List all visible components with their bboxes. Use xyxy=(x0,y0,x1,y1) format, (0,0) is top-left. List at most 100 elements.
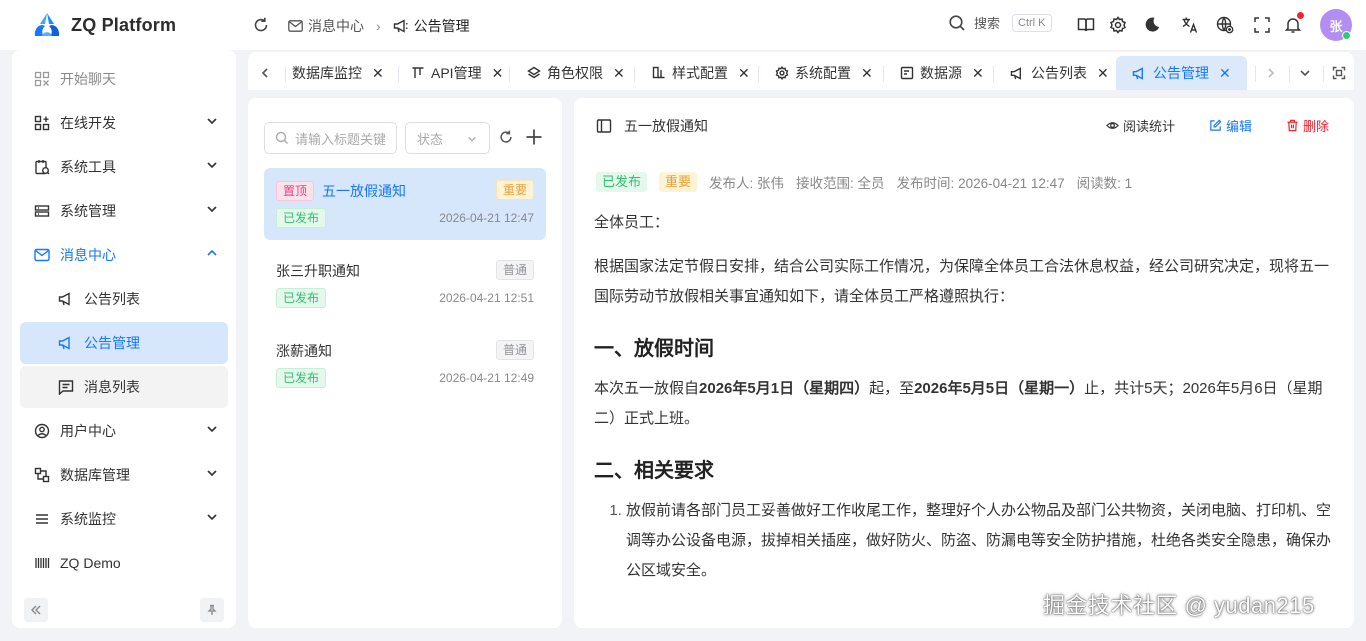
status-badge: 已发布 xyxy=(276,208,327,228)
tab-divider xyxy=(398,66,399,82)
notice-search-input[interactable]: 请输入标题关键 xyxy=(264,122,397,154)
breadcrumb: 消息中心 › 公告管理 xyxy=(288,16,470,36)
datasource-icon xyxy=(900,66,914,80)
sidebar: 开始聊天 在线开发 系统工具 系统管理 消息中心 公告列表 公告管理 消息列表 … xyxy=(12,50,236,628)
sidebar-item-system-manage[interactable]: 系统管理 xyxy=(20,190,228,232)
close-icon[interactable]: ✕ xyxy=(492,65,504,82)
mail-icon xyxy=(288,20,303,32)
tabs-scroll-left-button[interactable] xyxy=(252,60,278,86)
notice-time: 2026-04-21 12:47 xyxy=(439,211,534,225)
sidebar-toggle-icon[interactable] xyxy=(596,118,612,134)
tab-datasource[interactable]: 数据源 ✕ xyxy=(900,56,984,90)
tab-style-config[interactable]: 样式配置 ✕ xyxy=(652,56,750,90)
close-icon[interactable]: ✕ xyxy=(861,65,873,82)
tab-role-permission[interactable]: 角色权限 ✕ xyxy=(527,56,625,90)
tabs-scroll-right-button[interactable] xyxy=(1258,60,1284,86)
status-placeholder: 状态 xyxy=(417,131,444,147)
notice-card[interactable]: 置顶 五一放假通知 重要 已发布 2026-04-21 12:47 xyxy=(264,168,546,240)
megaphone-icon xyxy=(1132,66,1147,80)
publish-time: 发布时间: 2026-04-21 12:47 xyxy=(896,176,1065,191)
close-icon[interactable]: ✕ xyxy=(372,65,384,82)
sidebar-item-system-monitor[interactable]: 系统监控 xyxy=(20,498,228,540)
monitor-icon xyxy=(33,510,51,528)
close-icon[interactable]: ✕ xyxy=(738,65,750,82)
notice-card[interactable]: 张三升职通知 普通 已发布 2026-04-21 12:51 xyxy=(264,248,546,320)
tabs-menu-button[interactable] xyxy=(1292,60,1318,86)
sidebar-item-system-tools[interactable]: 系统工具 xyxy=(20,146,228,188)
chevron-down-icon xyxy=(467,134,477,144)
tab-api-manage[interactable]: API管理 ✕ xyxy=(411,56,503,90)
detail-header: 五一放假通知 xyxy=(596,116,708,136)
breadcrumb-item-notice-manage: 公告管理 xyxy=(393,16,470,36)
focus-icon xyxy=(1332,66,1346,80)
api-icon xyxy=(411,66,425,80)
sidebar-item-notice-list[interactable]: 公告列表 xyxy=(20,278,228,320)
database-icon xyxy=(33,466,51,484)
tab-divider xyxy=(993,66,994,82)
breadcrumb-separator-icon: › xyxy=(376,18,381,34)
sidebar-item-message-center[interactable]: 消息中心 xyxy=(20,234,228,276)
search-label: 搜索 xyxy=(974,16,1001,31)
sidebar-item-chat[interactable]: 开始聊天 xyxy=(20,58,228,100)
sidebar-item-online-dev[interactable]: 在线开发 xyxy=(20,102,228,144)
search-placeholder: 请输入标题关键 xyxy=(295,131,387,147)
top-header: ZQ Platform 消息中心 › 公告管理 搜索 Ctrl K 张 xyxy=(0,0,1366,50)
notice-title: 五一放假通知 xyxy=(322,183,407,199)
notice-card[interactable]: 涨薪通知 普通 已发布 2026-04-21 12:49 xyxy=(264,328,546,400)
pin-sidebar-button[interactable] xyxy=(200,598,224,622)
tab-system-config[interactable]: 系统配置 ✕ xyxy=(775,56,873,90)
sidebar-item-notice-manage[interactable]: 公告管理 xyxy=(20,322,228,364)
level-badge: 普通 xyxy=(495,260,534,280)
close-icon[interactable]: ✕ xyxy=(1219,65,1231,82)
level-badge: 普通 xyxy=(495,340,534,360)
status-badge: 已发布 xyxy=(276,288,327,308)
close-icon[interactable]: ✕ xyxy=(972,65,984,82)
globe-icon[interactable] xyxy=(1216,16,1234,34)
chevron-right-icon xyxy=(1265,67,1277,79)
tool-icon xyxy=(33,158,51,176)
tab-notice-list[interactable]: 公告列表 ✕ xyxy=(1010,56,1109,90)
tab-divider xyxy=(1323,66,1324,82)
role-icon xyxy=(527,66,541,80)
user-icon xyxy=(33,422,51,440)
read-stats-button[interactable]: 阅读统计 xyxy=(1106,116,1175,135)
read-count: 阅读数: 1 xyxy=(1076,176,1133,191)
chat-icon xyxy=(33,70,51,88)
global-search-button[interactable]: 搜索 Ctrl K xyxy=(948,13,1052,32)
app-logo[interactable]: ZQ Platform xyxy=(32,12,176,38)
refresh-icon[interactable] xyxy=(252,16,270,34)
breadcrumb-item-message-center[interactable]: 消息中心 xyxy=(288,16,364,36)
delete-button[interactable]: 删除 xyxy=(1286,116,1329,135)
sidebar-item-message-list[interactable]: 消息列表 xyxy=(20,366,228,408)
chevron-down-icon xyxy=(206,467,218,479)
moon-icon[interactable] xyxy=(1143,16,1161,34)
style-icon xyxy=(652,66,666,80)
fullscreen-icon[interactable] xyxy=(1253,16,1271,34)
add-notice-button[interactable] xyxy=(525,128,543,146)
tab-database-monitor[interactable]: 数据库监控 ✕ xyxy=(292,56,384,90)
tab-notice-manage[interactable]: 公告管理 ✕ xyxy=(1116,56,1247,90)
notice-detail-panel: 五一放假通知 阅读统计 编辑 删除 已发布 重要 发布人: 张伟 接收范围: 全… xyxy=(574,98,1354,628)
app-title: ZQ Platform xyxy=(71,14,177,35)
tabs-maximize-button[interactable] xyxy=(1326,60,1352,86)
holiday-time-paragraph: 本次五一放假自2026年5月1日（星期四）起，至2026年5月5日（星期一）止，… xyxy=(594,380,1323,427)
close-icon[interactable]: ✕ xyxy=(613,65,625,82)
collapse-sidebar-button[interactable] xyxy=(24,598,48,622)
list-item: 放假前请各部门员工妥善做好工作收尾工作，整理好个人办公物品及部门公共物资，关闭电… xyxy=(626,496,1334,586)
settings-icon[interactable] xyxy=(1109,16,1127,34)
status-select[interactable]: 状态 xyxy=(405,122,490,154)
sidebar-item-zq-demo[interactable]: ZQ Demo xyxy=(20,542,228,584)
section-heading: 一、放假时间 xyxy=(594,338,714,360)
notice-list-panel: 请输入标题关键 状态 置顶 五一放假通知 重要 已发布 2026-04-21 1… xyxy=(248,98,562,628)
book-icon[interactable] xyxy=(1077,16,1095,34)
refresh-icon[interactable] xyxy=(497,128,515,146)
sidebar-item-user-center[interactable]: 用户中心 xyxy=(20,410,228,452)
edit-button[interactable]: 编辑 xyxy=(1209,116,1252,135)
translate-icon[interactable] xyxy=(1181,16,1199,34)
search-icon xyxy=(948,14,966,32)
notice-time: 2026-04-21 12:51 xyxy=(439,291,534,305)
close-icon[interactable]: ✕ xyxy=(1097,65,1109,82)
sidebar-item-database-manage[interactable]: 数据库管理 xyxy=(20,454,228,496)
notice-title: 涨薪通知 xyxy=(276,343,332,359)
message-list-icon xyxy=(57,378,75,396)
